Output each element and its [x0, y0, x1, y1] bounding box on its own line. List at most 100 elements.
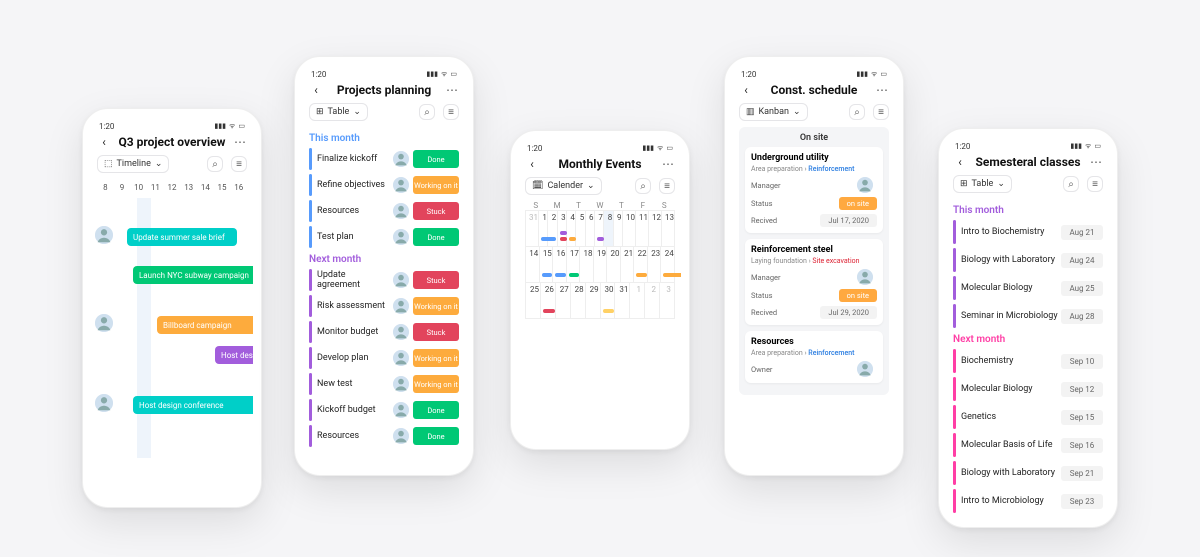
- status-badge[interactable]: Working on it: [413, 297, 459, 315]
- calendar-event[interactable]: [542, 273, 553, 277]
- assignee-avatar[interactable]: [393, 350, 409, 366]
- table-row[interactable]: Develop plan Working on it: [309, 347, 459, 369]
- calendar-cell[interactable]: 31: [615, 283, 630, 319]
- list-item[interactable]: Genetics Sep 15: [953, 405, 1103, 429]
- assignee-avatar[interactable]: [857, 177, 873, 193]
- list-item[interactable]: Molecular Biology Sep 12: [953, 377, 1103, 401]
- calendar-event[interactable]: [543, 309, 555, 313]
- list-item[interactable]: Biology with Laboratory Sep 21: [953, 461, 1103, 485]
- status-badge[interactable]: Done: [413, 228, 459, 246]
- table-row[interactable]: Test plan Done: [309, 226, 459, 248]
- group-header[interactable]: This month: [953, 205, 1103, 216]
- kanban-card[interactable]: Resources Area preparation › Reinforceme…: [745, 331, 883, 383]
- kanban-card[interactable]: Reinforcement steel Laying foundation › …: [745, 239, 883, 325]
- calendar-event[interactable]: [555, 273, 566, 277]
- view-selector[interactable]: ▥ Kanban ⌄: [739, 103, 808, 121]
- calendar-cell[interactable]: 8: [604, 211, 613, 247]
- list-item[interactable]: Biology with Laboratory Aug 24: [953, 248, 1103, 272]
- assignee-avatar[interactable]: [857, 361, 873, 377]
- search-button[interactable]: ⌕: [419, 104, 435, 120]
- more-button[interactable]: ⋯: [661, 157, 675, 171]
- group-header[interactable]: Next month: [953, 334, 1103, 345]
- calendar-cell[interactable]: 25: [526, 283, 541, 319]
- list-item[interactable]: Seminar in Microbiology Aug 28: [953, 304, 1103, 328]
- assignee-avatar[interactable]: [95, 226, 113, 244]
- calendar-cell[interactable]: 26: [541, 283, 556, 319]
- calendar-cell[interactable]: 22: [634, 247, 648, 283]
- assignee-avatar[interactable]: [393, 402, 409, 418]
- calendar-event[interactable]: [603, 309, 615, 313]
- calendar-cell[interactable]: 12: [649, 211, 662, 247]
- table-row[interactable]: New test Working on it: [309, 373, 459, 395]
- filter-button[interactable]: ≡: [1087, 176, 1103, 192]
- timeline-bar[interactable]: Host design con: [215, 346, 253, 364]
- calendar-cell[interactable]: 31: [526, 211, 539, 247]
- calendar-cell[interactable]: 29: [586, 283, 601, 319]
- calendar-cell[interactable]: 28: [571, 283, 586, 319]
- search-button[interactable]: ⌕: [635, 178, 651, 194]
- list-item[interactable]: Molecular Biology Aug 25: [953, 276, 1103, 300]
- status-badge[interactable]: on site: [839, 289, 877, 302]
- calendar-cell[interactable]: 1: [630, 283, 645, 319]
- view-selector[interactable]: ⊞ Table ⌄: [309, 103, 368, 121]
- calendar-cell[interactable]: 4: [567, 211, 576, 247]
- list-item[interactable]: Molecular Basis of Life Sep 16: [953, 433, 1103, 457]
- calendar-cell[interactable]: 3: [660, 283, 675, 319]
- calendar-cell[interactable]: 3: [558, 211, 567, 247]
- calendar-event[interactable]: [636, 273, 647, 277]
- assignee-avatar[interactable]: [393, 151, 409, 167]
- group-header[interactable]: This month: [309, 133, 459, 144]
- status-badge[interactable]: Done: [413, 427, 459, 445]
- calendar-event[interactable]: [663, 273, 681, 277]
- calendar-cell[interactable]: 13: [662, 211, 675, 247]
- table-row[interactable]: Finalize kickoff Done: [309, 148, 459, 170]
- status-badge[interactable]: Working on it: [413, 176, 459, 194]
- table-row[interactable]: Risk assessment Working on it: [309, 295, 459, 317]
- calendar-cell[interactable]: 7: [595, 211, 604, 247]
- calendar-cell[interactable]: 20: [607, 247, 621, 283]
- calendar-event[interactable]: [569, 273, 580, 277]
- calendar-cell[interactable]: 17: [567, 247, 581, 283]
- calendar-grid[interactable]: 3112345678910111213141516171819202122232…: [525, 210, 675, 319]
- filter-button[interactable]: ≡: [443, 104, 459, 120]
- timeline-bar[interactable]: Launch NYC subway campaign: [133, 266, 253, 284]
- calendar-cell[interactable]: 1: [539, 211, 548, 247]
- calendar-cell[interactable]: 24: [661, 247, 675, 283]
- calendar-cell[interactable]: 2: [645, 283, 660, 319]
- calendar-event[interactable]: [597, 237, 604, 241]
- timeline-bar[interactable]: Host design conference: [133, 396, 253, 414]
- kanban-card[interactable]: Underground utility Area preparation › R…: [745, 147, 883, 233]
- calendar-cell[interactable]: 9: [614, 211, 623, 247]
- table-row[interactable]: Monitor budget Stuck: [309, 321, 459, 343]
- assignee-avatar[interactable]: [393, 203, 409, 219]
- timeline-body[interactable]: Update summer sale briefLaunch NYC subwa…: [97, 198, 247, 458]
- assignee-avatar[interactable]: [95, 394, 113, 412]
- back-button[interactable]: ‹: [739, 83, 753, 97]
- calendar-cell[interactable]: 23: [648, 247, 662, 283]
- back-button[interactable]: ‹: [525, 157, 539, 171]
- timeline-bar[interactable]: Update summer sale brief: [127, 228, 237, 246]
- view-selector[interactable]: 🗓 Calender ⌄: [525, 177, 602, 195]
- calendar-cell[interactable]: 2: [548, 211, 557, 247]
- calendar-cell[interactable]: 27: [556, 283, 571, 319]
- view-selector[interactable]: ⊞ Table ⌄: [953, 175, 1012, 193]
- status-badge[interactable]: Done: [413, 401, 459, 419]
- assignee-avatar[interactable]: [95, 314, 113, 332]
- assignee-avatar[interactable]: [393, 298, 409, 314]
- calendar-event[interactable]: [560, 237, 567, 241]
- calendar-cell[interactable]: 16: [553, 247, 567, 283]
- filter-button[interactable]: ≡: [873, 104, 889, 120]
- assignee-avatar[interactable]: [393, 324, 409, 340]
- table-row[interactable]: Update agreement Stuck: [309, 269, 459, 291]
- view-selector[interactable]: ⬚ Timeline ⌄: [97, 155, 169, 173]
- calendar-cell[interactable]: 14: [526, 247, 540, 283]
- kanban-column[interactable]: On site Underground utility Area prepara…: [739, 127, 889, 395]
- search-button[interactable]: ⌕: [849, 104, 865, 120]
- status-badge[interactable]: Stuck: [413, 271, 459, 289]
- calendar-event[interactable]: [569, 237, 576, 241]
- calendar-cell[interactable]: 18: [580, 247, 594, 283]
- calendar-cell[interactable]: 30: [601, 283, 616, 319]
- filter-button[interactable]: ≡: [231, 156, 247, 172]
- status-badge[interactable]: Working on it: [413, 375, 459, 393]
- search-button[interactable]: ⌕: [1063, 176, 1079, 192]
